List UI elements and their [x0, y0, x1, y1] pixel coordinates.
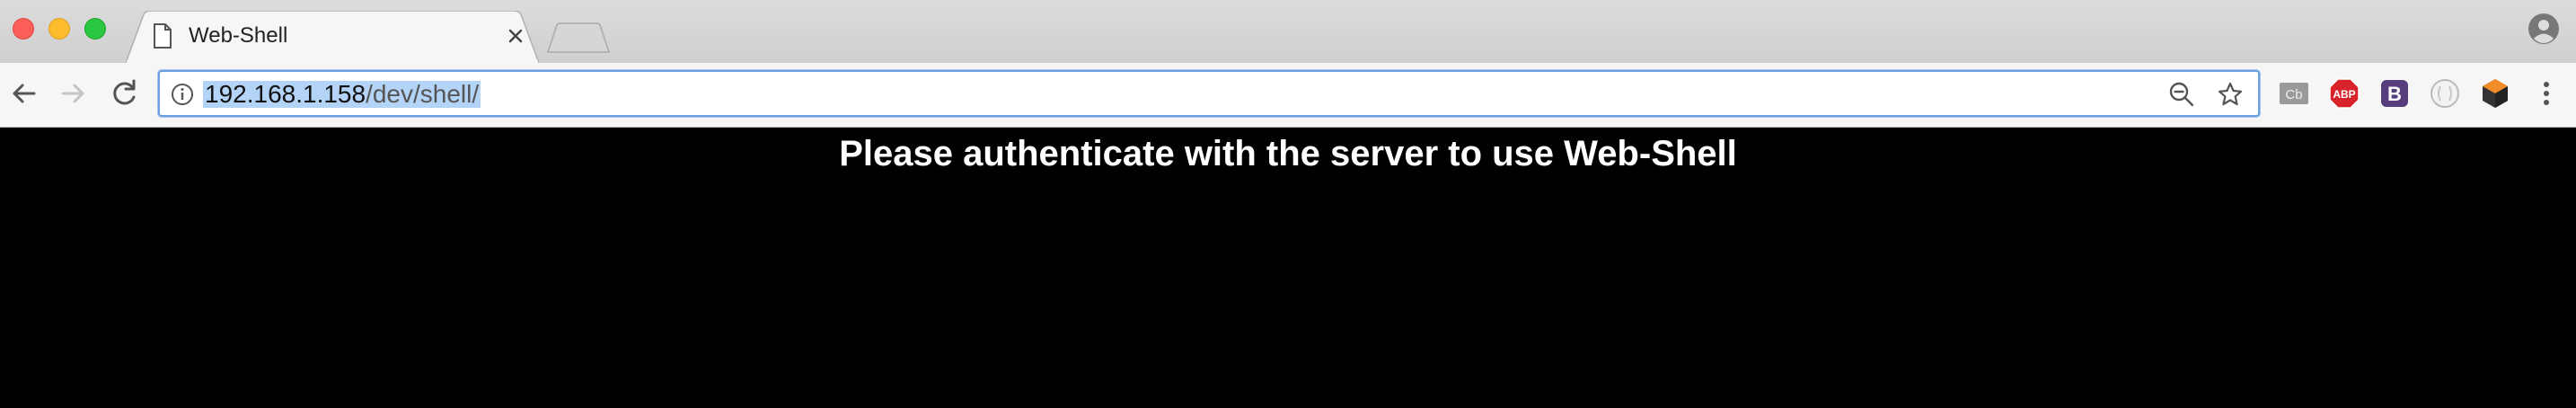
forward-arrow-icon[interactable]: [56, 75, 92, 111]
circle-extension-icon[interactable]: [2429, 77, 2461, 110]
cube-extension-icon[interactable]: [2479, 77, 2511, 110]
window-close-button[interactable]: [13, 18, 34, 40]
reload-icon[interactable]: [106, 75, 142, 111]
adblock-plus-icon[interactable]: ABP: [2328, 77, 2360, 110]
window-maximize-button[interactable]: [84, 18, 106, 40]
page-content: Please authenticate with the server to u…: [0, 128, 2576, 408]
tab-shape: [126, 11, 539, 63]
browser-toolbar: 192.168.1.158/dev/shell/ Cb ABP B: [0, 63, 2576, 128]
auth-message: Please authenticate with the server to u…: [839, 134, 1737, 173]
info-icon[interactable]: [171, 83, 194, 106]
new-tab-button[interactable]: [546, 22, 611, 54]
back-arrow-icon[interactable]: [5, 75, 41, 111]
cb-extension-label: Cb: [2285, 87, 2302, 102]
bootstrap-extension-icon[interactable]: B: [2378, 77, 2411, 110]
bookmark-star-icon[interactable]: [2217, 81, 2244, 108]
cb-extension-icon[interactable]: Cb: [2278, 77, 2310, 110]
zoom-out-icon[interactable]: [2168, 81, 2195, 108]
tab-web-shell[interactable]: Web-Shell: [126, 11, 539, 63]
more-menu-icon[interactable]: [2533, 77, 2560, 110]
document-icon: [154, 23, 172, 49]
tab-title: Web-Shell: [189, 23, 288, 48]
url-host: 192.168.1.158: [205, 80, 366, 108]
bootstrap-extension-label: B: [2387, 83, 2402, 105]
tab-strip: Web-Shell: [0, 0, 2576, 63]
profile-avatar-icon[interactable]: [2527, 13, 2560, 45]
browser-window: Web-Shell 192.168.1.158/dev/shell/ Cb AB…: [0, 0, 2576, 408]
tab-close-icon[interactable]: [503, 23, 528, 49]
url-path: /dev/shell/: [366, 80, 480, 108]
url-text[interactable]: 192.168.1.158/dev/shell/: [203, 81, 481, 108]
window-minimize-button[interactable]: [49, 18, 70, 40]
adblock-plus-label: ABP: [2333, 88, 2355, 101]
address-bar[interactable]: 192.168.1.158/dev/shell/: [158, 70, 2260, 117]
